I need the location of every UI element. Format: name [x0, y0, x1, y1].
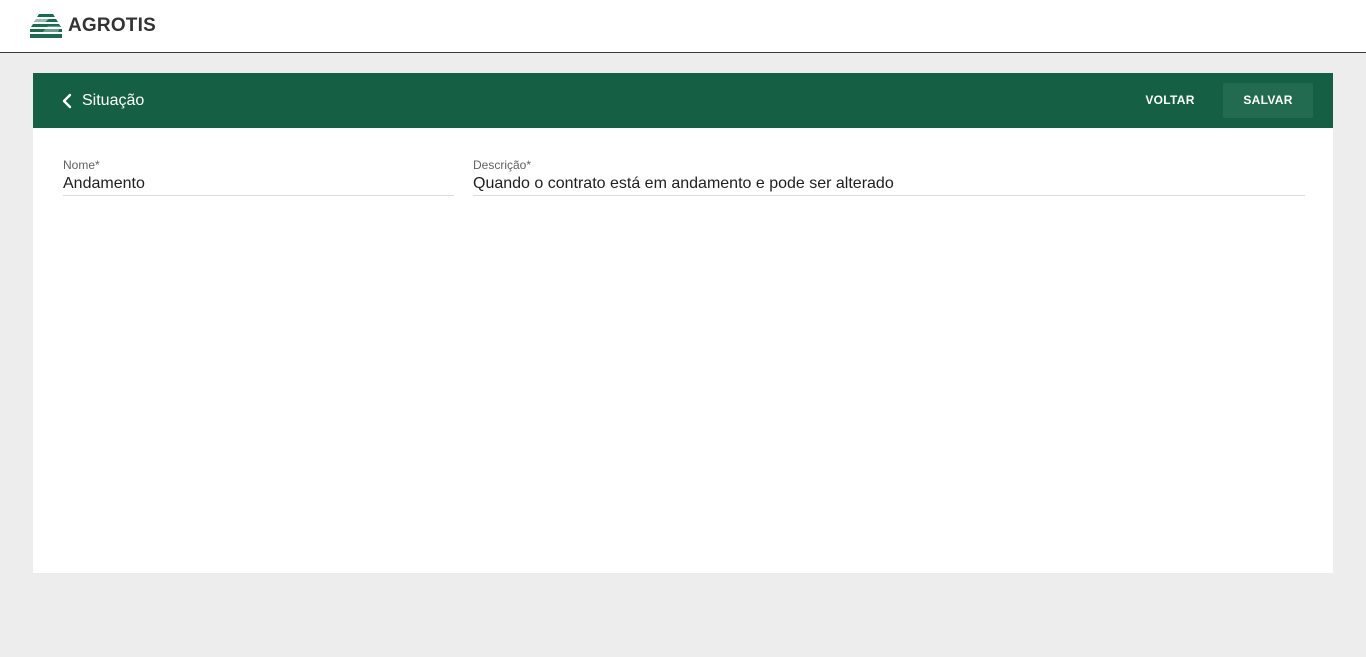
- salvar-button[interactable]: SALVAR: [1223, 83, 1313, 118]
- form-header: Situação VOLTAR SALVAR: [33, 73, 1333, 128]
- app-logo[interactable]: AGROTIS: [30, 13, 156, 39]
- agrotis-logo-icon: [30, 14, 62, 38]
- page-title: Situação: [82, 92, 145, 109]
- nome-label: Nome*: [63, 158, 100, 172]
- top-app-bar: AGROTIS: [0, 0, 1366, 53]
- voltar-button[interactable]: VOLTAR: [1131, 83, 1209, 118]
- descricao-field: Descrição*: [473, 158, 1305, 196]
- situacao-form-card: Situação VOLTAR SALVAR Nome* Descrição*: [33, 73, 1333, 573]
- back-button[interactable]: Situação: [61, 91, 144, 111]
- chevron-left-icon: [61, 93, 73, 109]
- descricao-label: Descrição*: [473, 158, 532, 172]
- descricao-input[interactable]: [473, 173, 1305, 195]
- logo-text: AGROTIS: [68, 15, 156, 36]
- nome-field: Nome*: [63, 158, 454, 196]
- nome-input[interactable]: [63, 173, 454, 195]
